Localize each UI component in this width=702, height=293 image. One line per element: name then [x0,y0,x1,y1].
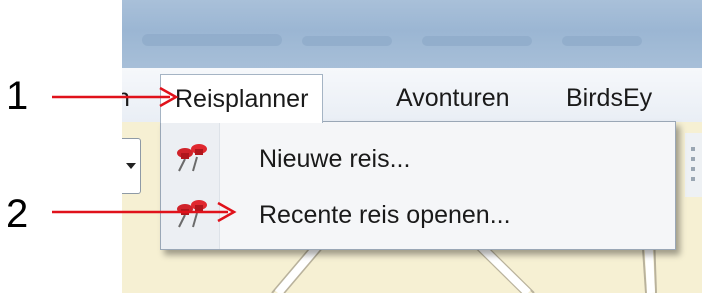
callout-arrows [52,86,237,223]
